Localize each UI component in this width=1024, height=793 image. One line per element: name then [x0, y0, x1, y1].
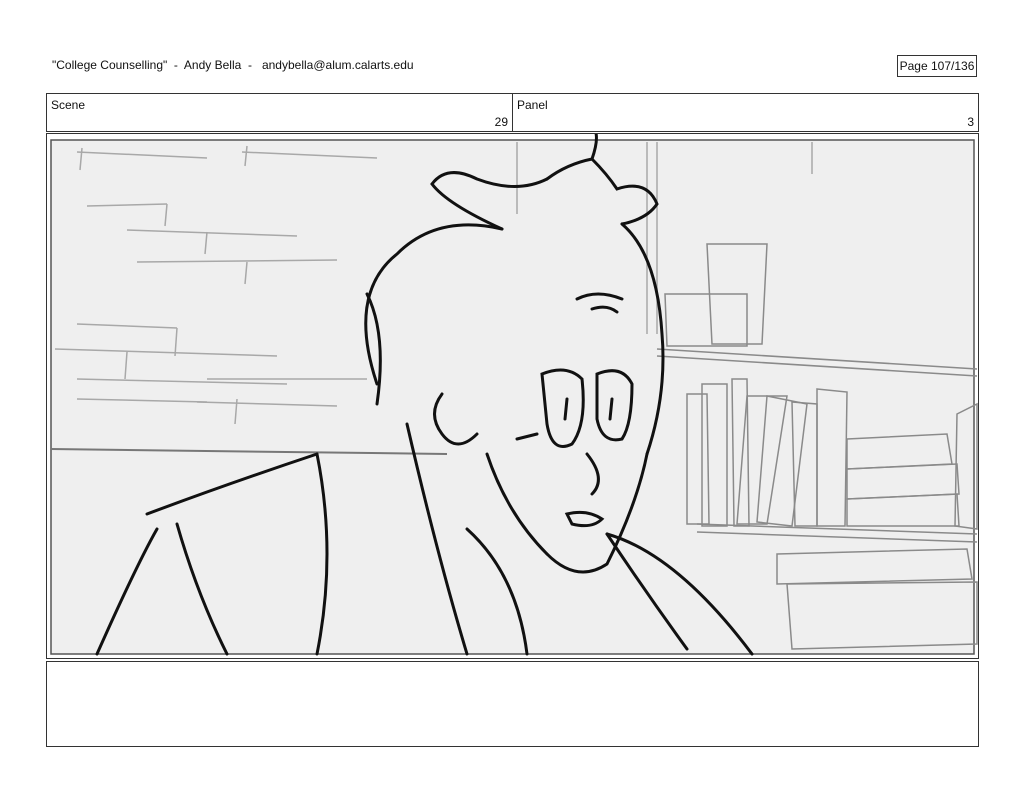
panel-number: 3 [967, 115, 974, 129]
panel-notes-box [46, 661, 979, 747]
page-number: Page 107/136 [897, 55, 977, 77]
scene-label: Scene [51, 98, 86, 112]
scene-cell: Scene 29 [47, 94, 513, 131]
storyboard-header: "College Counselling" - Andy Bella - and… [52, 58, 414, 72]
scene-number: 29 [494, 115, 508, 129]
panel-drawing [50, 134, 978, 656]
storyboard-panel-image [46, 133, 979, 659]
scene-panel-row: Scene 29 Panel 3 [46, 93, 979, 132]
panel-label: Panel [517, 98, 548, 112]
inner-border [50, 139, 975, 655]
panel-cell: Panel 3 [513, 94, 978, 131]
